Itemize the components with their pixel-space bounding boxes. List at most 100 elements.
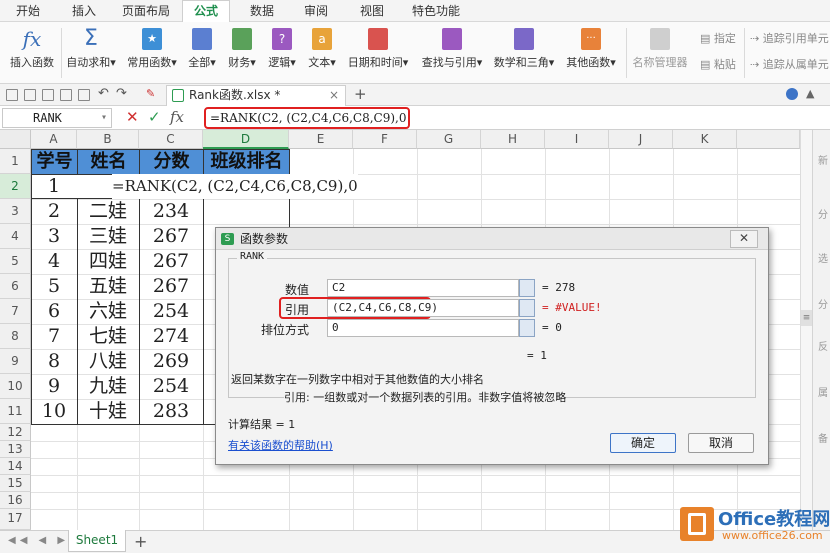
tab-insert[interactable]: 插入	[62, 3, 106, 21]
column-header[interactable]: H	[481, 130, 545, 149]
table-header-cell[interactable]: 学号	[31, 149, 78, 175]
table-cell-name[interactable]: 九娃	[77, 374, 139, 399]
column-header[interactable]: I	[545, 130, 609, 149]
formula-input[interactable]: =RANK(C2, (C2,C4,C6,C8,C9),0	[204, 107, 410, 129]
open-icon[interactable]	[6, 89, 18, 101]
param-input-ref[interactable]: (C2,C4,C6,C8,C9)	[327, 299, 519, 317]
task-pane-item[interactable]: 分	[818, 296, 828, 311]
column-header[interactable]: J	[609, 130, 673, 149]
table-header-cell[interactable]: 班级排名	[203, 149, 290, 175]
trace-precedents-button[interactable]: ⇢ 追踪引用单元	[750, 30, 829, 46]
task-pane-item[interactable]: 选	[818, 250, 828, 265]
define-name-button[interactable]: ▤ 指定	[700, 30, 736, 46]
table-cell-name[interactable]: 五娃	[77, 274, 139, 299]
select-all-corner[interactable]	[0, 130, 31, 149]
table-cell-score[interactable]: 267	[139, 249, 203, 274]
undo-icon[interactable]: ↶	[98, 86, 109, 101]
row-header[interactable]: 4	[0, 224, 31, 249]
autosum-button[interactable]: Σ 自动求和▾	[64, 28, 118, 70]
table-cell-id[interactable]: 8	[31, 349, 77, 374]
row-header[interactable]: 6	[0, 274, 31, 299]
lookup-reference-button[interactable]: 查找与引用▾	[416, 28, 488, 70]
vertical-scrollbar[interactable]: ≡	[800, 130, 812, 530]
cloud-icon[interactable]	[786, 88, 798, 100]
param-input-number[interactable]: C2	[327, 279, 519, 297]
table-cell-score[interactable]: 267	[139, 274, 203, 299]
table-header-cell[interactable]: 分数	[139, 149, 204, 175]
tab-page-layout[interactable]: 页面布局	[116, 3, 176, 21]
task-pane-item[interactable]: 新	[818, 152, 828, 167]
row-header[interactable]: 9	[0, 349, 31, 374]
row-header[interactable]: 3	[0, 199, 31, 224]
column-header[interactable]: A	[31, 130, 77, 149]
table-cell-name[interactable]: 十娃	[77, 399, 139, 424]
collapse-dialog-icon[interactable]	[519, 319, 535, 337]
dialog-titlebar[interactable]: S 函数参数	[216, 228, 768, 250]
table-cell-score[interactable]: 234	[139, 199, 203, 224]
in-cell-formula[interactable]: =RANK(C2, (C2,C4,C6,C8,C9),0	[112, 174, 358, 199]
row-header[interactable]: 17	[0, 509, 31, 530]
table-cell-id[interactable]: 6	[31, 299, 77, 324]
task-pane-item[interactable]: 反	[818, 338, 828, 353]
row-header[interactable]: 14	[0, 458, 31, 475]
text-button[interactable]: a 文本▾	[304, 28, 340, 70]
table-cell-name[interactable]: 三娃	[77, 224, 139, 249]
table-cell-score[interactable]: 274	[139, 324, 203, 349]
tab-home[interactable]: 开始	[6, 3, 50, 21]
row-header[interactable]: 13	[0, 441, 31, 458]
save-icon[interactable]	[24, 89, 36, 101]
table-cell-score[interactable]: 254	[139, 374, 203, 399]
logical-button[interactable]: ? 逻辑▾	[264, 28, 300, 70]
cancel-icon[interactable]: ✕	[126, 108, 139, 126]
row-header[interactable]: 2	[0, 174, 31, 199]
column-header[interactable]: C	[139, 130, 203, 149]
row-header[interactable]: 1	[0, 149, 31, 174]
export-pdf-icon[interactable]	[78, 89, 90, 101]
close-button[interactable]: ✕	[730, 230, 758, 248]
insert-function-button[interactable]: fx 插入函数	[4, 28, 60, 70]
table-cell-id[interactable]: 9	[31, 374, 77, 399]
function-help-link[interactable]: 有关该函数的帮助(H)	[228, 437, 333, 453]
row-header[interactable]: 8	[0, 324, 31, 349]
common-functions-button[interactable]: ★ 常用函数▾	[124, 28, 180, 70]
table-cell-name[interactable]: 四娃	[77, 249, 139, 274]
row-header[interactable]: 11	[0, 399, 31, 424]
table-cell-name[interactable]: 六娃	[77, 299, 139, 324]
paste-name-button[interactable]: ▤ 粘贴	[700, 56, 736, 72]
task-pane-item[interactable]: 分	[818, 206, 828, 221]
column-header[interactable]: G	[417, 130, 481, 149]
add-sheet-button[interactable]: +	[134, 532, 147, 551]
table-cell-id[interactable]: 5	[31, 274, 77, 299]
tab-special-features[interactable]: 特色功能	[404, 3, 468, 21]
confirm-icon[interactable]: ✓	[148, 108, 161, 126]
task-pane-item[interactable]: 属	[818, 384, 828, 399]
table-cell-score[interactable]: 267	[139, 224, 203, 249]
row-header[interactable]: 12	[0, 424, 31, 441]
tab-data[interactable]: 数据	[240, 3, 284, 21]
other-functions-button[interactable]: ··· 其他函数▾	[560, 28, 622, 70]
ok-button[interactable]: 确定	[610, 433, 676, 453]
row-header[interactable]: 7	[0, 299, 31, 324]
trace-dependents-button[interactable]: ⇢ 追踪从属单元	[750, 56, 829, 72]
math-trig-button[interactable]: 数学和三角▾	[490, 28, 558, 70]
chevron-down-icon[interactable]: ▾	[101, 109, 107, 127]
column-header[interactable]: K	[673, 130, 737, 149]
table-cell-score[interactable]: 283	[139, 399, 203, 424]
table-cell-name[interactable]: 二娃	[77, 199, 139, 224]
close-tab-icon[interactable]: ×	[329, 86, 339, 105]
column-header[interactable]: D	[203, 130, 289, 149]
format-painter-icon[interactable]: ✎	[146, 87, 155, 100]
collapse-dialog-icon[interactable]	[519, 279, 535, 297]
table-cell-id[interactable]: 4	[31, 249, 77, 274]
document-tab[interactable]: Rank函数.xlsx * ×	[166, 85, 346, 106]
table-cell-score[interactable]: 269	[139, 349, 203, 374]
all-functions-button[interactable]: 全部▾	[184, 28, 220, 70]
row-header[interactable]: 15	[0, 475, 31, 492]
sheet-tab-sheet1[interactable]: Sheet1	[68, 530, 126, 552]
redo-icon[interactable]: ↷	[116, 86, 127, 101]
row-header[interactable]: 10	[0, 374, 31, 399]
param-input-order[interactable]: 0	[327, 319, 519, 337]
tab-formulas[interactable]: 公式	[182, 0, 230, 23]
row-header[interactable]: 16	[0, 492, 31, 509]
table-header-cell[interactable]: 姓名	[77, 149, 140, 175]
